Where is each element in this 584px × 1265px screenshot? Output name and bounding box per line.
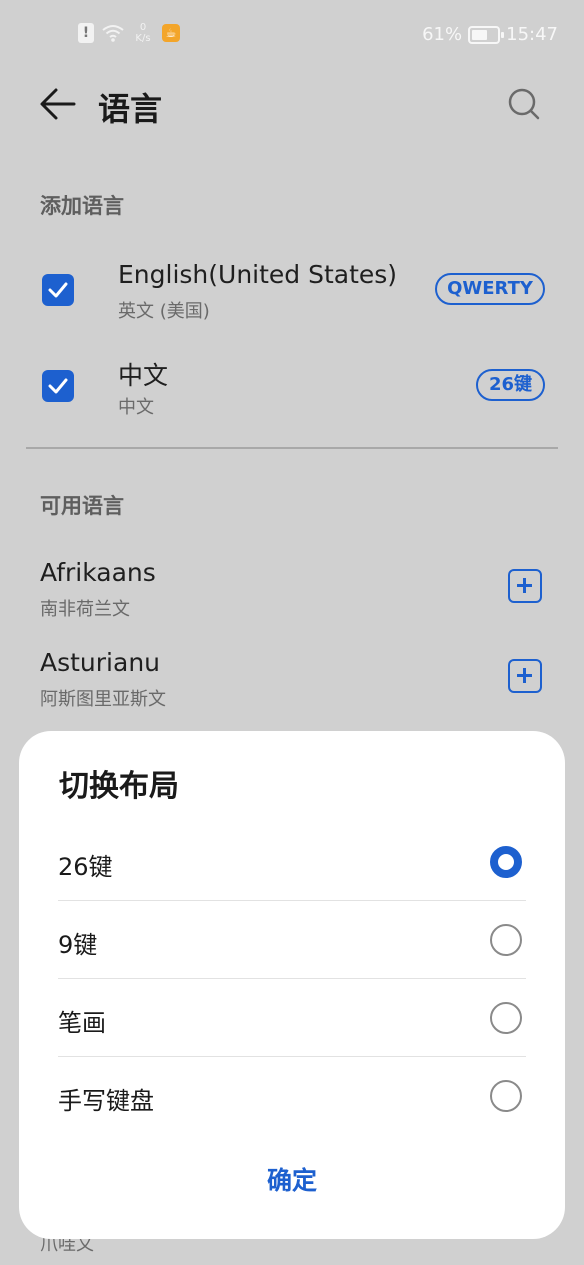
radio-unselected[interactable] bbox=[490, 1080, 522, 1112]
checkbox-english[interactable] bbox=[42, 274, 74, 306]
layout-badge-26key[interactable]: 26键 bbox=[476, 369, 545, 401]
switch-layout-sheet: 切换布局 26键 9键 笔画 手写键盘 确定 bbox=[19, 731, 565, 1239]
back-arrow-icon[interactable] bbox=[38, 86, 78, 122]
screen: ! 0 K/s ☕ 61% 15:47 语言 添加语言 English(Unit… bbox=[0, 0, 584, 1265]
available-language-row-asturianu[interactable]: Asturianu 阿斯图里亚斯文 bbox=[0, 638, 584, 728]
search-icon[interactable] bbox=[506, 86, 542, 122]
status-left: ! 0 K/s ☕ bbox=[78, 22, 180, 44]
clock: 15:47 bbox=[506, 24, 558, 45]
section-divider bbox=[26, 447, 558, 449]
added-languages-title: 添加语言 bbox=[40, 194, 124, 218]
network-speed: 0 K/s bbox=[132, 22, 154, 44]
language-name: Afrikaans bbox=[40, 558, 156, 587]
radio-unselected[interactable] bbox=[490, 1002, 522, 1034]
layout-badge-qwerty[interactable]: QWERTY bbox=[435, 273, 545, 305]
battery-icon bbox=[468, 25, 505, 44]
language-subtitle: 英文 (美国) bbox=[118, 301, 210, 322]
checkbox-chinese[interactable] bbox=[42, 370, 74, 402]
available-languages-title: 可用语言 bbox=[40, 494, 124, 518]
language-subtitle: 中文 bbox=[118, 397, 154, 418]
check-icon bbox=[48, 282, 68, 298]
add-icon[interactable] bbox=[508, 569, 542, 603]
language-name: 中文 bbox=[118, 361, 169, 390]
wifi-icon bbox=[102, 25, 124, 42]
layout-option-9key[interactable]: 9键 bbox=[58, 901, 526, 979]
network-speed-unit: K/s bbox=[135, 33, 151, 44]
status-bar: ! 0 K/s ☕ 61% 15:47 bbox=[0, 0, 584, 72]
option-label: 笔画 bbox=[58, 1009, 106, 1037]
layout-option-handwriting[interactable]: 手写键盘 bbox=[58, 1057, 526, 1135]
option-label: 26键 bbox=[58, 853, 113, 881]
sim-alert-icon: ! bbox=[78, 23, 94, 43]
battery-fill bbox=[472, 29, 487, 40]
status-right: 61% 15:47 bbox=[422, 24, 558, 45]
check-icon bbox=[48, 378, 68, 394]
radio-selected[interactable] bbox=[490, 846, 522, 878]
layout-option-26key[interactable]: 26键 bbox=[58, 823, 526, 901]
network-speed-value: 0 bbox=[139, 22, 147, 33]
available-language-row-afrikaans[interactable]: Afrikaans 南非荷兰文 bbox=[0, 548, 584, 638]
confirm-button[interactable]: 确定 bbox=[19, 1161, 565, 1197]
option-label: 手写键盘 bbox=[58, 1087, 154, 1115]
option-label: 9键 bbox=[58, 931, 98, 959]
add-icon[interactable] bbox=[508, 659, 542, 693]
sheet-title: 切换布局 bbox=[59, 769, 179, 804]
language-subtitle: 阿斯图里亚斯文 bbox=[40, 689, 166, 710]
radio-unselected[interactable] bbox=[490, 924, 522, 956]
language-name: English(United States) bbox=[118, 260, 398, 289]
page-title: 语言 bbox=[98, 90, 163, 128]
layout-option-stroke[interactable]: 笔画 bbox=[58, 979, 526, 1057]
language-name: Asturianu bbox=[40, 648, 161, 677]
added-language-row-chinese[interactable]: 中文 中文 26键 bbox=[0, 346, 584, 436]
app-header: 语言 bbox=[0, 72, 584, 138]
battery-percent: 61% bbox=[422, 24, 463, 45]
language-subtitle: 南非荷兰文 bbox=[40, 599, 130, 620]
app-notification-icon: ☕ bbox=[162, 24, 180, 42]
added-language-row-english[interactable]: English(United States) 英文 (美国) QWERTY bbox=[0, 250, 584, 340]
